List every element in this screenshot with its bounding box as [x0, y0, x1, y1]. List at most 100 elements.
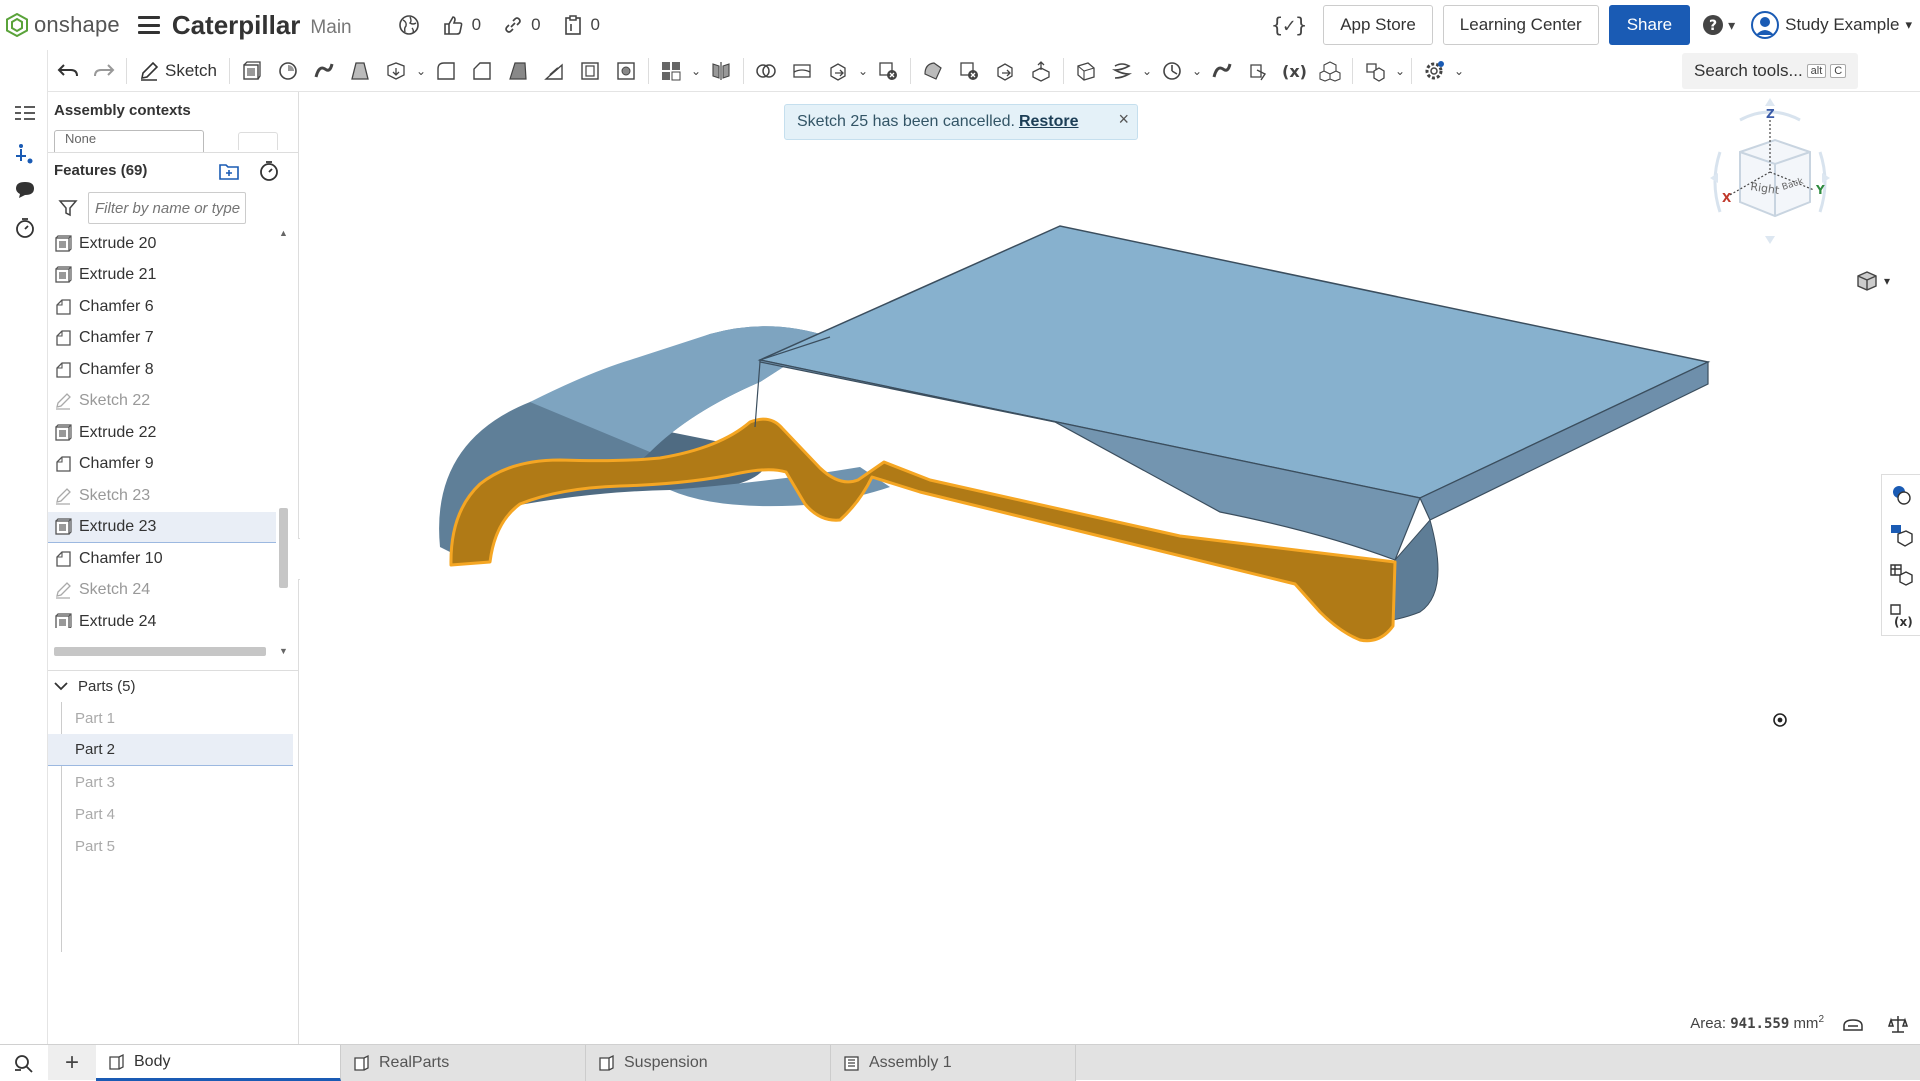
- history-timer-icon[interactable]: [12, 215, 38, 241]
- app-store-button[interactable]: App Store: [1323, 5, 1433, 45]
- fx-tool-button[interactable]: (x): [1276, 53, 1312, 89]
- measure-tools-icon[interactable]: [1842, 1016, 1864, 1034]
- part-model[interactable]: [300, 92, 1920, 1044]
- search-tools-input[interactable]: Search tools... alt C: [1682, 53, 1858, 89]
- feature-item[interactable]: Chamfer 6: [48, 291, 276, 323]
- chevron-down-icon[interactable]: ⌄: [1452, 64, 1466, 78]
- rib-tool-button[interactable]: [536, 53, 572, 89]
- mass-properties-icon[interactable]: [1888, 1014, 1908, 1034]
- helix-tool-button[interactable]: [1104, 53, 1140, 89]
- boolean-tool-button[interactable]: [748, 53, 784, 89]
- modify-tool-button[interactable]: [915, 53, 951, 89]
- help-menu[interactable]: ? ▾: [1702, 14, 1735, 36]
- links-button[interactable]: 0: [503, 15, 541, 35]
- chevron-down-icon[interactable]: ⌄: [856, 64, 870, 78]
- menu-icon[interactable]: [137, 16, 160, 34]
- fillet-tool-button[interactable]: [428, 53, 464, 89]
- tab-assembly-1[interactable]: Assembly 1: [831, 1045, 1076, 1081]
- redo-button[interactable]: [86, 53, 122, 89]
- pattern-tool-button[interactable]: [653, 53, 689, 89]
- tab-manager-button[interactable]: [0, 1045, 48, 1080]
- variables-tool[interactable]: (x): [1882, 595, 1920, 635]
- feature-item[interactable]: Extrude 24: [48, 606, 276, 628]
- insert-icon[interactable]: [12, 140, 38, 166]
- feature-item[interactable]: Sketch 23: [48, 480, 276, 512]
- delete2-tool-button[interactable]: [951, 53, 987, 89]
- feature-item[interactable]: Chamfer 10: [48, 543, 276, 575]
- restore-link[interactable]: Restore: [1019, 113, 1079, 131]
- tab-suspension[interactable]: Suspension: [586, 1045, 831, 1081]
- add-folder-icon[interactable]: [218, 161, 240, 181]
- comment-icon[interactable]: [12, 177, 38, 203]
- chevron-down-icon[interactable]: ⌄: [1140, 64, 1154, 78]
- user-menu[interactable]: Study Example ▾: [1751, 11, 1912, 39]
- feature-item[interactable]: Chamfer 7: [48, 323, 276, 355]
- parts-header[interactable]: Parts (5): [48, 670, 298, 702]
- like-button[interactable]: 0: [442, 14, 481, 36]
- part-item[interactable]: Part 3: [48, 766, 293, 798]
- chevron-down-icon[interactable]: ⌄: [689, 64, 703, 78]
- feature-item[interactable]: Sketch 22: [48, 386, 276, 418]
- feature-item[interactable]: Extrude 20: [48, 228, 276, 260]
- feature-item[interactable]: Sketch 24: [48, 575, 276, 607]
- thicken-tool-button[interactable]: [378, 53, 414, 89]
- extrude-tool-button[interactable]: [234, 53, 270, 89]
- feature-list-scrollbar[interactable]: ▲ ▼: [277, 228, 289, 658]
- view-cube[interactable]: Right Back Z X Y: [1680, 92, 1860, 272]
- globe-icon[interactable]: [398, 14, 420, 36]
- sketch-button[interactable]: Sketch: [131, 61, 225, 81]
- chevron-down-icon[interactable]: ⌄: [414, 64, 428, 78]
- appearance-tool[interactable]: [1882, 475, 1920, 515]
- shell-tool-button[interactable]: [572, 53, 608, 89]
- filter-icon[interactable]: [48, 198, 88, 218]
- part-item[interactable]: Part 2: [48, 734, 293, 766]
- learning-center-button[interactable]: Learning Center: [1442, 5, 1599, 45]
- assembly-context-more-button[interactable]: [238, 132, 278, 150]
- tab-realparts[interactable]: RealParts: [341, 1045, 586, 1081]
- draft-tool-button[interactable]: [500, 53, 536, 89]
- replace-tool-button[interactable]: [1023, 53, 1059, 89]
- feature-filter-input[interactable]: [88, 192, 246, 224]
- chevron-down-icon[interactable]: ⌄: [1393, 64, 1407, 78]
- bom-tool[interactable]: [1882, 515, 1920, 555]
- delete-tool-button[interactable]: [870, 53, 906, 89]
- feature-item[interactable]: Chamfer 9: [48, 449, 276, 481]
- revolve-tool-button[interactable]: [270, 53, 306, 89]
- undo-button[interactable]: [50, 53, 86, 89]
- loft-tool-button[interactable]: [342, 53, 378, 89]
- part-item[interactable]: Part 5: [48, 830, 293, 862]
- split-tool-button[interactable]: [784, 53, 820, 89]
- feature-list-hscrollbar[interactable]: [54, 647, 266, 656]
- share-button[interactable]: Share: [1608, 5, 1691, 45]
- derived-tool-button[interactable]: [1312, 53, 1348, 89]
- move-tool-button[interactable]: [987, 53, 1023, 89]
- document-title[interactable]: Caterpillar: [172, 10, 301, 41]
- copies-button[interactable]: 0: [563, 14, 600, 36]
- mirror-tool-button[interactable]: [703, 53, 739, 89]
- gear-tool-button[interactable]: [1416, 53, 1452, 89]
- wrap-tool-button[interactable]: [1240, 53, 1276, 89]
- sweep-tool-button[interactable]: [306, 53, 342, 89]
- part-item[interactable]: Part 1: [48, 702, 293, 734]
- rollback-timer-icon[interactable]: [258, 160, 280, 182]
- scrollbar-thumb[interactable]: [279, 508, 288, 588]
- feature-item[interactable]: Extrude 21: [48, 260, 276, 292]
- feature-item[interactable]: Chamfer 8: [48, 354, 276, 386]
- variable-studio-icon[interactable]: {✓}: [1271, 13, 1307, 37]
- chamfer-tool-button[interactable]: [464, 53, 500, 89]
- transform-tool-button[interactable]: [820, 53, 856, 89]
- cube-tool-button[interactable]: [1357, 53, 1393, 89]
- mate-tool-button[interactable]: [1154, 53, 1190, 89]
- onshape-logo[interactable]: onshape: [6, 12, 120, 38]
- part-item[interactable]: Part 4: [48, 798, 293, 830]
- hole-tool-button[interactable]: [608, 53, 644, 89]
- chevron-down-icon[interactable]: ⌄: [1190, 64, 1204, 78]
- assembly-context-select[interactable]: None: [54, 130, 204, 152]
- add-tab-button[interactable]: +: [48, 1045, 96, 1080]
- view-display-menu[interactable]: ▾: [1856, 270, 1890, 292]
- configurations-tool[interactable]: [1882, 555, 1920, 595]
- branch-name[interactable]: Main: [310, 17, 351, 39]
- feature-item[interactable]: Extrude 23: [48, 511, 276, 543]
- graphics-viewport[interactable]: Sketch 25 has been cancelled. Restore × …: [300, 92, 1920, 1044]
- sweep2-tool-button[interactable]: [1204, 53, 1240, 89]
